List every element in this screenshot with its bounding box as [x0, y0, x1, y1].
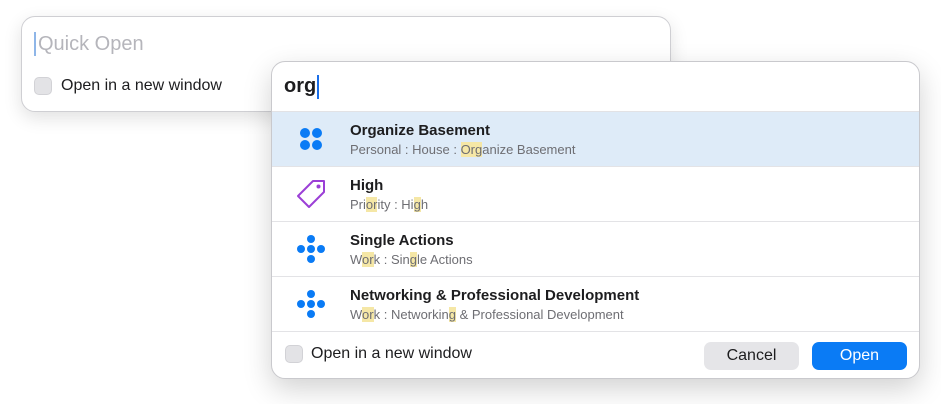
path-segment: Personal : House : — [350, 141, 461, 157]
open-new-window-label: Open in a new window — [311, 345, 472, 362]
result-row[interactable]: Networking & Professional Development Wo… — [272, 277, 919, 332]
result-row[interactable]: Single Actions Work : Single Actions — [272, 222, 919, 277]
quick-open-search-input[interactable]: org — [272, 62, 919, 112]
single-actions-icon — [272, 277, 350, 331]
path-segment: W — [350, 251, 363, 267]
path-segment: ity : Hi — [377, 196, 414, 212]
project-group-icon — [272, 112, 350, 166]
match-highlight: or — [362, 251, 374, 267]
search-placeholder: Quick Open — [38, 32, 144, 55]
path-segment: le Actions — [416, 251, 473, 267]
cancel-button[interactable]: Cancel — [704, 342, 799, 370]
path-segment: W — [350, 306, 363, 322]
result-path: Priority : High — [350, 196, 429, 212]
result-title: Single Actions — [350, 231, 454, 249]
result-title: High — [350, 176, 384, 194]
match-highlight: g — [448, 306, 456, 322]
path-segment: h — [420, 196, 429, 212]
quick-open-search-input-background[interactable]: Quick Open — [34, 29, 264, 59]
path-segment: Pri — [350, 196, 366, 212]
match-highlight: g — [409, 251, 417, 267]
result-title: Organize Basement — [350, 121, 491, 139]
search-query: org — [284, 75, 317, 97]
results-list: Organize Basement Personal : House : Org… — [272, 112, 919, 332]
tag-icon — [272, 167, 350, 221]
match-highlight: Org — [460, 141, 483, 157]
match-highlight: or — [365, 196, 378, 212]
dialog-footer: Open in a new window Cancel Open — [272, 333, 919, 378]
path-segment: k : Sin — [373, 251, 410, 267]
result-title: Networking & Professional Development — [350, 286, 640, 304]
open-new-window-checkbox[interactable] — [285, 345, 303, 363]
single-actions-icon — [272, 222, 350, 276]
path-segment: anize Basement — [482, 141, 576, 157]
open-button[interactable]: Open — [812, 342, 907, 370]
open-new-window-checkbox-background[interactable] — [34, 77, 52, 95]
result-row[interactable]: High Priority : High — [272, 167, 919, 222]
text-caret — [317, 74, 320, 99]
open-new-window-toggle[interactable]: Open in a new window — [285, 345, 472, 363]
text-caret — [34, 32, 36, 56]
open-new-window-label-background: Open in a new window — [61, 77, 222, 94]
result-path: Work : Single Actions — [350, 251, 473, 267]
result-row[interactable]: Organize Basement Personal : House : Org… — [272, 112, 919, 167]
open-new-window-toggle-background[interactable]: Open in a new window — [34, 77, 222, 95]
path-segment: k : Networkin — [373, 306, 449, 322]
path-segment: & Professional Development — [455, 306, 624, 322]
match-highlight: g — [413, 196, 421, 212]
result-path: Personal : House : Organize Basement — [350, 141, 576, 157]
result-path: Work : Networking & Professional Develop… — [350, 306, 639, 322]
quick-open-panel: org Organize Basement Personal : House :… — [271, 61, 920, 379]
match-highlight: or — [362, 306, 374, 322]
